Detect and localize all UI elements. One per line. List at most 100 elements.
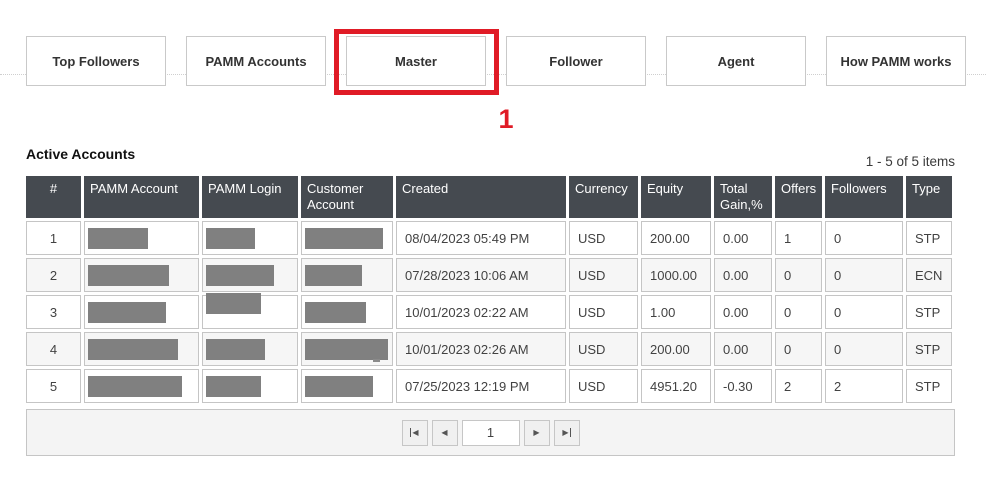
cell-pamm-account: [84, 332, 199, 366]
tab-master[interactable]: Master: [346, 36, 486, 86]
cell-equity: 1.00: [641, 295, 711, 329]
tab-follower[interactable]: Follower: [506, 36, 646, 86]
tab-top-followers[interactable]: Top Followers: [26, 36, 166, 86]
redacted-value: [206, 293, 261, 314]
col-header-pamm-account: PAMM Account: [84, 176, 199, 218]
pamm-dashboard: Top Followers PAMM Accounts Master Follo…: [0, 0, 986, 482]
cell-customer-account: [301, 258, 393, 292]
cell-created: 10/01/2023 02:26 AM: [396, 332, 566, 366]
pager-first-button[interactable]: ◀: [402, 420, 428, 446]
cell-total-gain: 0.00: [714, 295, 772, 329]
cell-created: 07/28/2023 10:06 AM: [396, 258, 566, 292]
cell-type: ECN: [906, 258, 952, 292]
last-page-icon: ▶: [562, 429, 568, 437]
col-header-type: Type: [906, 176, 952, 218]
cell-customer-account: [301, 221, 393, 255]
section-title: Active Accounts: [26, 146, 135, 162]
cell-created: 07/25/2023 12:19 PM: [396, 369, 566, 403]
cell-equity: 1000.00: [641, 258, 711, 292]
cell-followers: 0: [825, 295, 903, 329]
col-header-created: Created: [396, 176, 566, 218]
col-header-followers: Followers: [825, 176, 903, 218]
redacted-value: [206, 339, 265, 360]
cell-total-gain: -0.30: [714, 369, 772, 403]
cell-pamm-account: [84, 295, 199, 329]
cell-type: STP: [906, 369, 952, 403]
cell-equity: 200.00: [641, 221, 711, 255]
cell-currency: USD: [569, 332, 638, 366]
cell-created: 08/04/2023 05:49 PM: [396, 221, 566, 255]
redacted-value: [88, 302, 166, 323]
col-header-currency: Currency: [569, 176, 638, 218]
cell-pamm-login: [202, 295, 298, 329]
pager-items-count: 1 - 5 of 5 items: [655, 154, 955, 169]
col-header-pamm-login: PAMM Login: [202, 176, 298, 218]
prev-page-icon: ◀: [441, 429, 447, 437]
table-row: 207/28/2023 10:06 AMUSD1000.000.0000ECN: [26, 258, 952, 292]
cell-followers: 0: [825, 221, 903, 255]
cell-offers: 2: [775, 369, 822, 403]
cell-pamm-login: [202, 221, 298, 255]
redacted-value: [305, 376, 373, 397]
step-annotation-number: 1: [491, 104, 521, 134]
active-accounts-grid: # PAMM Account PAMM Login Customer Accou…: [23, 173, 955, 406]
cell-type: STP: [906, 295, 952, 329]
table-row: 108/04/2023 05:49 PMUSD200.000.0010STP: [26, 221, 952, 255]
table-row: 507/25/2023 12:19 PMUSD4951.20-0.3022STP: [26, 369, 952, 403]
redacted-value: [305, 339, 388, 360]
cell-index: 5: [26, 369, 81, 403]
cell-pamm-login: [202, 258, 298, 292]
cell-type: STP: [906, 221, 952, 255]
redacted-value: [206, 376, 261, 397]
redacted-value: [88, 228, 148, 249]
cell-followers: 0: [825, 332, 903, 366]
col-header-equity: Equity: [641, 176, 711, 218]
cell-type: STP: [906, 332, 952, 366]
tab-pamm-accounts[interactable]: PAMM Accounts: [186, 36, 326, 86]
col-header-total-gain: Total Gain,%: [714, 176, 772, 218]
redacted-value: [305, 265, 362, 286]
cell-offers: 0: [775, 332, 822, 366]
table-row: 310/01/2023 02:22 AMUSD1.000.0000STP: [26, 295, 952, 329]
cell-pamm-account: [84, 258, 199, 292]
col-header-offers: Offers: [775, 176, 822, 218]
cell-total-gain: 0.00: [714, 221, 772, 255]
cell-pamm-login: [202, 369, 298, 403]
cell-currency: USD: [569, 258, 638, 292]
cell-customer-account: [301, 295, 393, 329]
pager-prev-button[interactable]: ◀: [432, 420, 458, 446]
pager-next-button[interactable]: ▶: [524, 420, 550, 446]
tab-how-pamm-works[interactable]: How PAMM works: [826, 36, 966, 86]
col-header-index: #: [26, 176, 81, 218]
cell-index: 4: [26, 332, 81, 366]
cell-followers: 0: [825, 258, 903, 292]
cell-index: 3: [26, 295, 81, 329]
cell-currency: USD: [569, 295, 638, 329]
cell-pamm-account: [84, 369, 199, 403]
next-page-icon: ▶: [533, 429, 539, 437]
pager-current-page[interactable]: 1: [462, 420, 520, 446]
redacted-value: [88, 265, 169, 286]
cell-currency: USD: [569, 369, 638, 403]
cell-currency: USD: [569, 221, 638, 255]
cell-customer-account: [301, 369, 393, 403]
cell-equity: 4951.20: [641, 369, 711, 403]
cell-customer-account: [301, 332, 393, 366]
table-row: 410/01/2023 02:26 AMUSD200.000.0000STP: [26, 332, 952, 366]
redacted-value: [88, 339, 178, 360]
cell-created: 10/01/2023 02:22 AM: [396, 295, 566, 329]
tab-agent[interactable]: Agent: [666, 36, 806, 86]
redacted-value: [305, 302, 366, 323]
cell-index: 1: [26, 221, 81, 255]
redacted-value: [305, 228, 383, 249]
first-page-icon: [410, 428, 411, 437]
col-header-customer-account: Customer Account: [301, 176, 393, 218]
cell-index: 2: [26, 258, 81, 292]
redacted-value: [206, 265, 274, 286]
cell-equity: 200.00: [641, 332, 711, 366]
grid-header-row: # PAMM Account PAMM Login Customer Accou…: [26, 176, 952, 218]
grid-pager-footer: ◀ ◀ 1 ▶ ▶: [26, 409, 955, 456]
pager-last-button[interactable]: ▶: [554, 420, 580, 446]
cell-pamm-login: [202, 332, 298, 366]
cell-total-gain: 0.00: [714, 258, 772, 292]
